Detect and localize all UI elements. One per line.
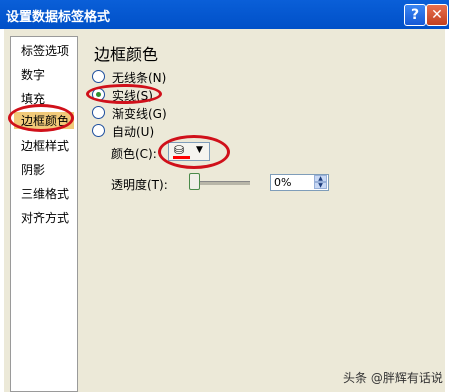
section-heading: 边框颜色 [94,45,159,64]
watermark: 头条 @胖辉有话说 [343,371,443,385]
radio-no-line[interactable] [92,70,105,83]
transparency-slider-track[interactable] [193,181,250,185]
window-title: 设置数据标签格式 [6,10,111,25]
category-list: 标签选项 数字 填充 边框颜色 边框样式 阴影 三维格式 对齐方式 [10,36,78,392]
option-label: 自动(U) [112,125,155,139]
help-button[interactable]: ? [404,4,426,26]
sidebar-item-3d-format[interactable]: 三维格式 [21,185,69,202]
annotation-circle-color [158,135,230,169]
radio-gradient-line[interactable] [92,106,105,119]
transparency-slider-thumb[interactable] [189,173,200,190]
annotation-circle-sidebar [8,104,74,132]
close-button[interactable]: ✕ [426,4,448,26]
spin-up-button[interactable]: ▲ [314,175,327,182]
color-label: 颜色(C): [111,147,157,161]
title-bar: 设置数据标签格式 ? ✕ [0,0,449,29]
option-label: 渐变线(G) [112,107,167,121]
transparency-label: 透明度(T): [111,178,168,192]
transparency-value: 0% [274,176,292,189]
annotation-circle-solid-line [86,84,162,104]
sidebar-item-shadow[interactable]: 阴影 [21,161,45,178]
spin-down-button[interactable]: ▼ [314,182,327,189]
sidebar-item-label-options[interactable]: 标签选项 [21,42,69,59]
sidebar-item-border-style[interactable]: 边框样式 [21,137,69,154]
sidebar-item-alignment[interactable]: 对齐方式 [21,209,69,226]
sidebar-item-number[interactable]: 数字 [21,66,45,83]
radio-automatic[interactable] [92,124,105,137]
